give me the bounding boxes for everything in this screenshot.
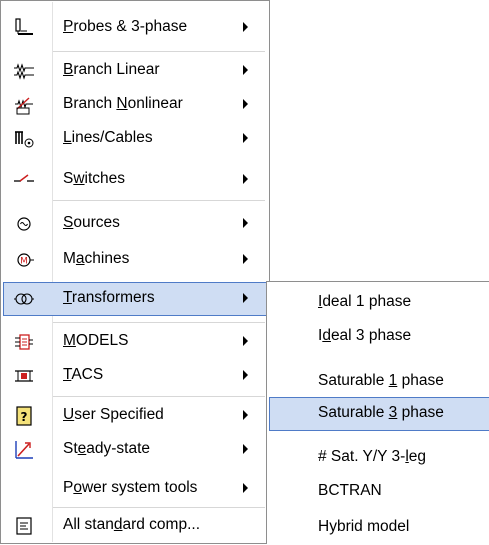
menu-item-label: Branch Nonlinear <box>63 95 183 112</box>
menu-item-label: Switches <box>63 170 126 187</box>
menu-item-label: Power system tools <box>63 479 198 496</box>
menu-item-branch-linear[interactable]: Branch Linear <box>3 54 267 88</box>
menu-item-label: Lines/Cables <box>63 129 153 146</box>
menu-item-steady-state[interactable]: Steady-state <box>3 433 267 467</box>
menu-separator <box>53 200 265 201</box>
standard-components-icon <box>13 515 35 537</box>
svg-text:M: M <box>20 257 28 267</box>
submenu-item-sat-yy-3-leg[interactable]: # Sat. Y/Y 3-leg <box>269 441 489 475</box>
submenu-item-ideal-3-phase[interactable]: Ideal 3 phase <box>269 320 489 354</box>
source-icon <box>13 213 35 235</box>
submenu-item-saturable-3-phase[interactable]: Saturable 3 phase <box>269 397 489 431</box>
branch-linear-icon <box>13 60 35 82</box>
submenu-arrow-icon <box>243 410 248 420</box>
insert-component-menu: Probes & 3-phase Branch Linear Branch No… <box>0 0 270 544</box>
menu-item-label: TACS <box>63 366 104 383</box>
submenu-item-hybrid-model[interactable]: Hybrid model <box>269 511 489 545</box>
menu-item-probes[interactable]: Probes & 3-phase <box>3 11 267 45</box>
models-icon <box>13 331 35 353</box>
menu-item-label: Steady-state <box>63 440 151 457</box>
menu-item-sources[interactable]: Sources <box>3 207 267 241</box>
menu-item-label: Machines <box>63 250 130 267</box>
menu-item-lines-cables[interactable]: Lines/Cables <box>3 122 267 156</box>
menu-item-tacs[interactable]: TACS <box>3 359 267 393</box>
menu-separator <box>53 51 265 52</box>
menu-item-power-system-tools[interactable]: Power system tools <box>3 472 267 506</box>
submenu-arrow-icon <box>243 254 248 264</box>
submenu-item-label: Ideal 3 phase <box>318 327 412 344</box>
submenu-item-label: Saturable 3 phase <box>318 404 444 421</box>
menu-separator <box>53 507 265 508</box>
menu-separator <box>53 322 265 323</box>
menu-item-label: Branch Linear <box>63 61 160 78</box>
submenu-arrow-icon <box>243 218 248 228</box>
submenu-arrow-icon <box>243 444 248 454</box>
probe-icon <box>13 17 35 39</box>
branch-nonlinear-icon <box>13 94 35 116</box>
submenu-item-bctran[interactable]: BCTRAN <box>269 475 489 509</box>
submenu-arrow-icon <box>243 133 248 143</box>
menu-item-label: Sources <box>63 214 120 231</box>
submenu-item-label: # Sat. Y/Y 3-leg <box>318 448 427 465</box>
submenu-item-label: Hybrid model <box>318 518 410 535</box>
menu-item-branch-nonlinear[interactable]: Branch Nonlinear <box>3 88 267 122</box>
menu-item-machines[interactable]: M Machines <box>3 243 267 277</box>
submenu-arrow-icon <box>243 483 248 493</box>
menu-item-label: User Specified <box>63 406 164 423</box>
menu-separator <box>53 396 265 397</box>
submenu-item-ideal-1-phase[interactable]: Ideal 1 phase <box>269 286 489 320</box>
transformers-submenu: Ideal 1 phase Ideal 3 phase Saturable 1 … <box>266 281 489 544</box>
svg-text:?: ? <box>21 410 28 424</box>
menu-item-label: Transformers <box>63 289 155 306</box>
menu-item-transformers[interactable]: Transformers <box>3 282 267 316</box>
menu-item-switches[interactable]: Switches <box>3 163 267 197</box>
submenu-arrow-icon <box>243 370 248 380</box>
menu-item-user-specified[interactable]: ? User Specified <box>3 399 267 433</box>
switch-icon <box>13 169 35 191</box>
submenu-arrow-icon <box>243 293 248 303</box>
submenu-arrow-icon <box>243 336 248 346</box>
lines-cables-icon <box>13 128 35 150</box>
machine-icon: M <box>13 249 35 271</box>
user-specified-icon: ? <box>13 405 35 427</box>
menu-item-label: All standard comp... <box>63 516 200 533</box>
submenu-item-label: Saturable 1 phase <box>318 372 444 389</box>
submenu-arrow-icon <box>243 99 248 109</box>
steady-state-icon <box>13 439 35 461</box>
submenu-arrow-icon <box>243 174 248 184</box>
submenu-arrow-icon <box>243 65 248 75</box>
menu-item-all-standard-components[interactable]: All standard comp... <box>3 509 267 543</box>
menu-item-label: Probes & 3-phase <box>63 18 188 35</box>
submenu-item-saturable-1-phase[interactable]: Saturable 1 phase <box>269 365 489 399</box>
menu-item-label: MODELS <box>63 332 129 349</box>
submenu-item-label: Ideal 1 phase <box>318 293 412 310</box>
submenu-item-label: BCTRAN <box>318 482 382 499</box>
submenu-arrow-icon <box>243 22 248 32</box>
transformer-icon <box>13 288 35 310</box>
menu-item-models[interactable]: MODELS <box>3 325 267 359</box>
tacs-icon <box>13 365 35 387</box>
